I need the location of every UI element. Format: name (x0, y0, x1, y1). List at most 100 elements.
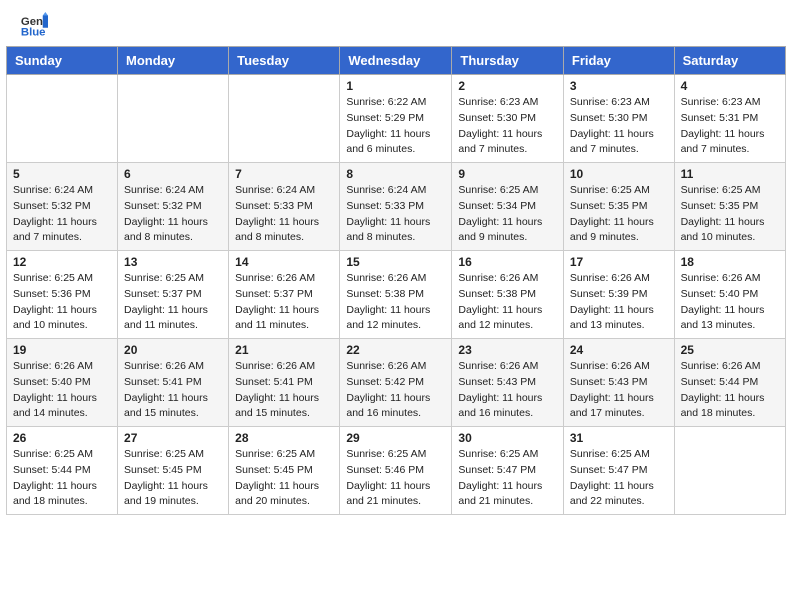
calendar-cell: 4 Sunrise: 6:23 AMSunset: 5:31 PMDaylight… (674, 75, 785, 163)
calendar-cell: 17 Sunrise: 6:26 AMSunset: 5:39 PMDayligh… (563, 251, 674, 339)
calendar-cell: 27 Sunrise: 6:25 AMSunset: 5:45 PMDayligh… (118, 427, 229, 515)
calendar-cell: 25Sunrise: 6:26 AMSunset: 5:44 PMDayligh… (674, 339, 785, 427)
day-info: Sunrise: 6:23 AMSunset: 5:31 PMDaylight:… (681, 95, 779, 158)
weekday-header-thursday: Thursday (452, 47, 563, 75)
calendar-cell: 19 Sunrise: 6:26 AMSunset: 5:40 PMDayligh… (7, 339, 118, 427)
calendar-cell: 21 Sunrise: 6:26 AMSunset: 5:41 PMDayligh… (229, 339, 340, 427)
day-number: 28 (235, 431, 333, 445)
day-number: 12 (13, 255, 111, 269)
day-number: 1 (346, 79, 445, 93)
calendar-cell: 31Sunrise: 6:25 AMSunset: 5:47 PMDayligh… (563, 427, 674, 515)
calendar-week-row: 19 Sunrise: 6:26 AMSunset: 5:40 PMDayligh… (7, 339, 786, 427)
calendar-cell: 6Sunrise: 6:24 AMSunset: 5:32 PMDaylight… (118, 163, 229, 251)
calendar-cell: 11Sunrise: 6:25 AMSunset: 5:35 PMDayligh… (674, 163, 785, 251)
day-info: Sunrise: 6:25 AMSunset: 5:44 PMDaylight:… (13, 447, 111, 510)
day-number: 19 (13, 343, 111, 357)
day-number: 11 (681, 167, 779, 181)
day-info: Sunrise: 6:26 AMSunset: 5:43 PMDaylight:… (458, 359, 556, 422)
calendar-cell: 23 Sunrise: 6:26 AMSunset: 5:43 PMDayligh… (452, 339, 563, 427)
calendar-week-row: 12 Sunrise: 6:25 AMSunset: 5:36 PMDayligh… (7, 251, 786, 339)
day-info: Sunrise: 6:25 AMSunset: 5:47 PMDaylight:… (570, 447, 668, 510)
day-info: Sunrise: 6:26 AMSunset: 5:40 PMDaylight:… (13, 359, 111, 422)
logo: General Blue (20, 12, 48, 40)
day-info: Sunrise: 6:25 AMSunset: 5:45 PMDaylight:… (124, 447, 222, 510)
calendar-cell: 7 Sunrise: 6:24 AMSunset: 5:33 PMDaylight… (229, 163, 340, 251)
day-number: 9 (458, 167, 556, 181)
day-info: Sunrise: 6:25 AMSunset: 5:47 PMDaylight:… (458, 447, 556, 510)
weekday-header-wednesday: Wednesday (340, 47, 452, 75)
day-number: 26 (13, 431, 111, 445)
day-number: 20 (124, 343, 222, 357)
day-number: 23 (458, 343, 556, 357)
day-info: Sunrise: 6:24 AMSunset: 5:33 PMDaylight:… (235, 183, 333, 246)
day-info: Sunrise: 6:25 AMSunset: 5:46 PMDaylight:… (346, 447, 445, 510)
day-info: Sunrise: 6:26 AMSunset: 5:41 PMDaylight:… (235, 359, 333, 422)
day-info: Sunrise: 6:25 AMSunset: 5:35 PMDaylight:… (570, 183, 668, 246)
day-info: Sunrise: 6:26 AMSunset: 5:44 PMDaylight:… (681, 359, 779, 422)
calendar-cell: 24 Sunrise: 6:26 AMSunset: 5:43 PMDayligh… (563, 339, 674, 427)
day-info: Sunrise: 6:26 AMSunset: 5:40 PMDaylight:… (681, 271, 779, 334)
calendar-cell: 15 Sunrise: 6:26 AMSunset: 5:38 PMDayligh… (340, 251, 452, 339)
day-number: 24 (570, 343, 668, 357)
day-info: Sunrise: 6:26 AMSunset: 5:39 PMDaylight:… (570, 271, 668, 334)
day-number: 2 (458, 79, 556, 93)
calendar-cell: 1 Sunrise: 6:22 AMSunset: 5:29 PMDaylight… (340, 75, 452, 163)
calendar-cell (229, 75, 340, 163)
calendar-cell: 13 Sunrise: 6:25 AMSunset: 5:37 PMDayligh… (118, 251, 229, 339)
day-info: Sunrise: 6:26 AMSunset: 5:41 PMDaylight:… (124, 359, 222, 422)
day-info: Sunrise: 6:26 AMSunset: 5:42 PMDaylight:… (346, 359, 445, 422)
day-number: 4 (681, 79, 779, 93)
day-info: Sunrise: 6:23 AMSunset: 5:30 PMDaylight:… (570, 95, 668, 158)
day-number: 6 (124, 167, 222, 181)
day-info: Sunrise: 6:26 AMSunset: 5:37 PMDaylight:… (235, 271, 333, 334)
calendar-week-row: 5 Sunrise: 6:24 AMSunset: 5:32 PMDaylight… (7, 163, 786, 251)
calendar-cell: 29 Sunrise: 6:25 AMSunset: 5:46 PMDayligh… (340, 427, 452, 515)
day-number: 29 (346, 431, 445, 445)
calendar-cell: 20 Sunrise: 6:26 AMSunset: 5:41 PMDayligh… (118, 339, 229, 427)
weekday-header-tuesday: Tuesday (229, 47, 340, 75)
day-number: 7 (235, 167, 333, 181)
calendar-cell: 8Sunrise: 6:24 AMSunset: 5:33 PMDaylight… (340, 163, 452, 251)
day-info: Sunrise: 6:26 AMSunset: 5:38 PMDaylight:… (346, 271, 445, 334)
calendar-table: SundayMondayTuesdayWednesdayThursdayFrid… (6, 46, 786, 515)
calendar-week-row: 1 Sunrise: 6:22 AMSunset: 5:29 PMDaylight… (7, 75, 786, 163)
calendar-cell: 3 Sunrise: 6:23 AMSunset: 5:30 PMDaylight… (563, 75, 674, 163)
day-number: 17 (570, 255, 668, 269)
calendar-cell: 22 Sunrise: 6:26 AMSunset: 5:42 PMDayligh… (340, 339, 452, 427)
calendar-cell: 10Sunrise: 6:25 AMSunset: 5:35 PMDayligh… (563, 163, 674, 251)
logo-icon: General Blue (20, 12, 48, 40)
day-number: 27 (124, 431, 222, 445)
day-number: 21 (235, 343, 333, 357)
calendar-cell (118, 75, 229, 163)
day-number: 3 (570, 79, 668, 93)
day-number: 18 (681, 255, 779, 269)
calendar-cell: 30 Sunrise: 6:25 AMSunset: 5:47 PMDayligh… (452, 427, 563, 515)
day-info: Sunrise: 6:23 AMSunset: 5:30 PMDaylight:… (458, 95, 556, 158)
day-info: Sunrise: 6:26 AMSunset: 5:43 PMDaylight:… (570, 359, 668, 422)
page-header: General Blue (0, 0, 792, 46)
calendar-cell: 12 Sunrise: 6:25 AMSunset: 5:36 PMDayligh… (7, 251, 118, 339)
day-info: Sunrise: 6:22 AMSunset: 5:29 PMDaylight:… (346, 95, 445, 158)
calendar-cell (674, 427, 785, 515)
calendar-cell: 18 Sunrise: 6:26 AMSunset: 5:40 PMDayligh… (674, 251, 785, 339)
day-info: Sunrise: 6:25 AMSunset: 5:36 PMDaylight:… (13, 271, 111, 334)
calendar-cell (7, 75, 118, 163)
day-number: 13 (124, 255, 222, 269)
weekday-header-saturday: Saturday (674, 47, 785, 75)
calendar-cell: 14 Sunrise: 6:26 AMSunset: 5:37 PMDayligh… (229, 251, 340, 339)
calendar-cell: 5 Sunrise: 6:24 AMSunset: 5:32 PMDaylight… (7, 163, 118, 251)
day-info: Sunrise: 6:25 AMSunset: 5:34 PMDaylight:… (458, 183, 556, 246)
calendar-week-row: 26 Sunrise: 6:25 AMSunset: 5:44 PMDayligh… (7, 427, 786, 515)
day-info: Sunrise: 6:25 AMSunset: 5:37 PMDaylight:… (124, 271, 222, 334)
calendar-cell: 16Sunrise: 6:26 AMSunset: 5:38 PMDayligh… (452, 251, 563, 339)
day-number: 15 (346, 255, 445, 269)
day-info: Sunrise: 6:24 AMSunset: 5:32 PMDaylight:… (13, 183, 111, 246)
day-number: 8 (346, 167, 445, 181)
day-number: 30 (458, 431, 556, 445)
day-number: 14 (235, 255, 333, 269)
weekday-header-row: SundayMondayTuesdayWednesdayThursdayFrid… (7, 47, 786, 75)
day-number: 22 (346, 343, 445, 357)
day-number: 5 (13, 167, 111, 181)
calendar-cell: 9 Sunrise: 6:25 AMSunset: 5:34 PMDaylight… (452, 163, 563, 251)
day-info: Sunrise: 6:25 AMSunset: 5:45 PMDaylight:… (235, 447, 333, 510)
